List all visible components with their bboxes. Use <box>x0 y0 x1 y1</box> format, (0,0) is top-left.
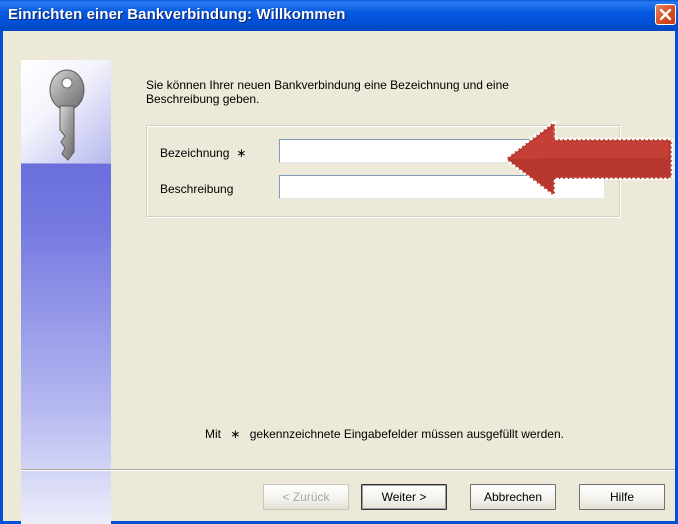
note-prefix: Mit <box>205 427 221 441</box>
required-mark: ∗ <box>236 146 247 160</box>
intro-text: Sie können Ihrer neuen Bankverbindung ei… <box>146 78 509 106</box>
title-bar: Einrichten einer Bankverbindung: Willkom… <box>0 0 678 31</box>
required-fields-note: Mit ∗ gekennzeichnete Eingabefelder müss… <box>205 427 564 441</box>
bezeichnung-input[interactable] <box>279 139 605 163</box>
help-button[interactable]: Hilfe <box>579 484 665 510</box>
bezeichnung-label-text: Bezeichnung <box>160 146 230 160</box>
bezeichnung-label: Bezeichnung ∗ <box>160 146 246 160</box>
back-button[interactable]: < Zurück <box>263 484 349 510</box>
key-icon <box>49 69 85 161</box>
window-title: Einrichten einer Bankverbindung: Willkom… <box>8 6 346 23</box>
button-separator <box>21 469 675 471</box>
next-button[interactable]: Weiter > <box>361 484 447 510</box>
close-icon <box>659 8 672 21</box>
beschreibung-label: Beschreibung <box>160 182 234 196</box>
wizard-image <box>21 60 111 164</box>
cancel-button[interactable]: Abbrechen <box>470 484 556 510</box>
beschreibung-input[interactable] <box>279 175 605 199</box>
note-suffix: gekennzeichnete Eingabefelder müssen aus… <box>249 427 564 441</box>
note-mark: ∗ <box>230 427 241 441</box>
close-button[interactable] <box>655 4 676 25</box>
